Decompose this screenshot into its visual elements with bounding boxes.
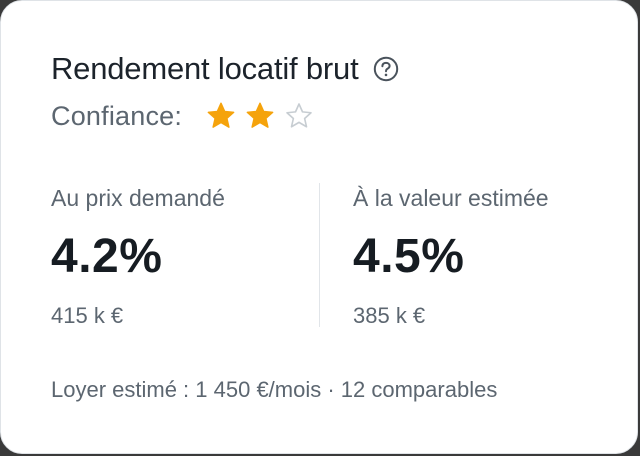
confidence-row: Confiance:: [51, 97, 323, 135]
rental-yield-card: Rendement locatif brut Confiance: Au pri…: [0, 0, 638, 454]
rent-estimate-footer: Loyer estimé : 1 450 €/mois · 12 compara…: [51, 377, 498, 402]
asking-price-label: Au prix demandé: [51, 185, 225, 211]
star-filled-icon: [245, 101, 275, 131]
estimated-value-yield: 4.5%: [353, 230, 465, 283]
star-filled-icon: [206, 101, 236, 131]
estimated-value-column: À la valeur estimée 4.5% 385 k €: [353, 181, 549, 331]
estimated-value-amount: 385 k €: [353, 303, 426, 328]
column-divider: [319, 183, 320, 327]
asking-price-yield: 4.2%: [51, 230, 163, 283]
star-empty-icon: [284, 101, 314, 131]
title-row: Rendement locatif brut: [51, 49, 399, 89]
question-circle-icon[interactable]: [373, 56, 399, 82]
asking-price-amount: 415 k €: [51, 303, 124, 328]
asking-price-column: Au prix demandé 4.2% 415 k €: [51, 181, 225, 331]
confidence-label: Confiance:: [51, 100, 183, 131]
card-title: Rendement locatif brut: [51, 51, 359, 86]
estimated-value-label: À la valeur estimée: [353, 185, 549, 211]
confidence-stars: [206, 101, 323, 131]
